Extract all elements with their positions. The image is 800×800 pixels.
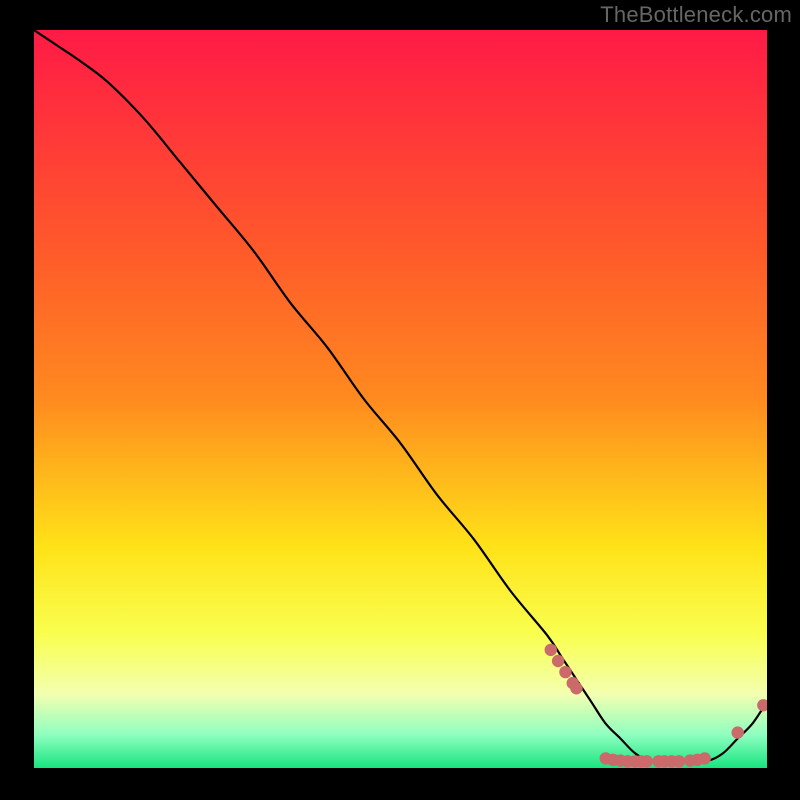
plot-area xyxy=(34,30,767,768)
data-point xyxy=(731,726,743,738)
data-point xyxy=(699,752,711,764)
chart-frame: TheBottleneck.com xyxy=(0,0,800,800)
data-point xyxy=(545,644,557,656)
data-point xyxy=(552,655,564,667)
chart-svg xyxy=(34,30,767,768)
data-point xyxy=(570,682,582,694)
data-point xyxy=(559,666,571,678)
data-point xyxy=(673,755,685,767)
watermark: TheBottleneck.com xyxy=(600,2,792,28)
data-point xyxy=(641,755,653,767)
gradient-background xyxy=(34,30,767,768)
